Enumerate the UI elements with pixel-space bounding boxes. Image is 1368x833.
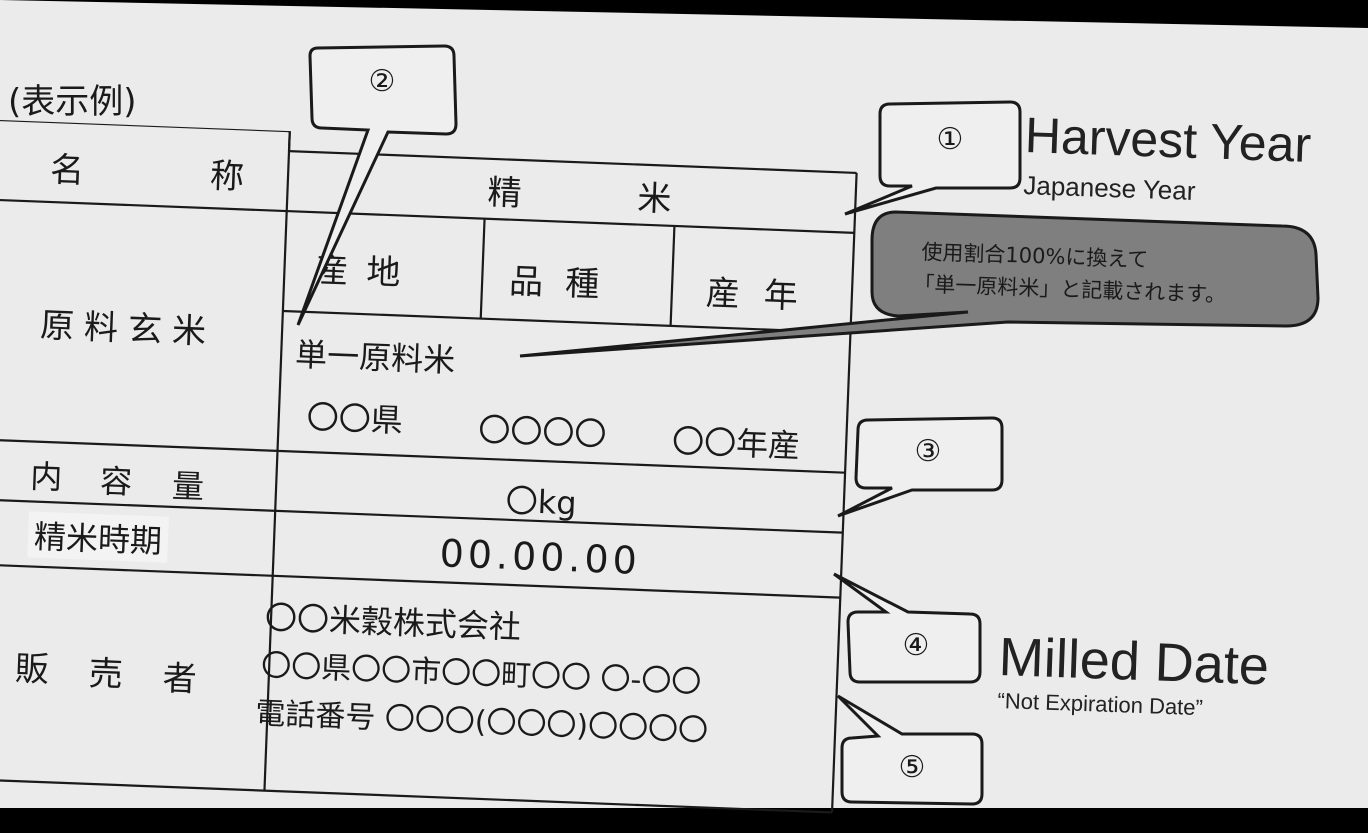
callout-5-number: ⑤: [898, 750, 926, 785]
milled-date-title: Milled Date: [997, 626, 1270, 697]
callout-2-number: ②: [368, 64, 396, 99]
callout-3-number: ③: [914, 434, 942, 469]
callout-1-number: ①: [936, 122, 964, 157]
harvest-year-title: Harvest Year: [1024, 106, 1313, 173]
callout-4-number: ④: [902, 628, 930, 663]
callout-1-bubble: [844, 100, 1022, 216]
harvest-year-subtitle: Japanese Year: [1022, 170, 1196, 206]
